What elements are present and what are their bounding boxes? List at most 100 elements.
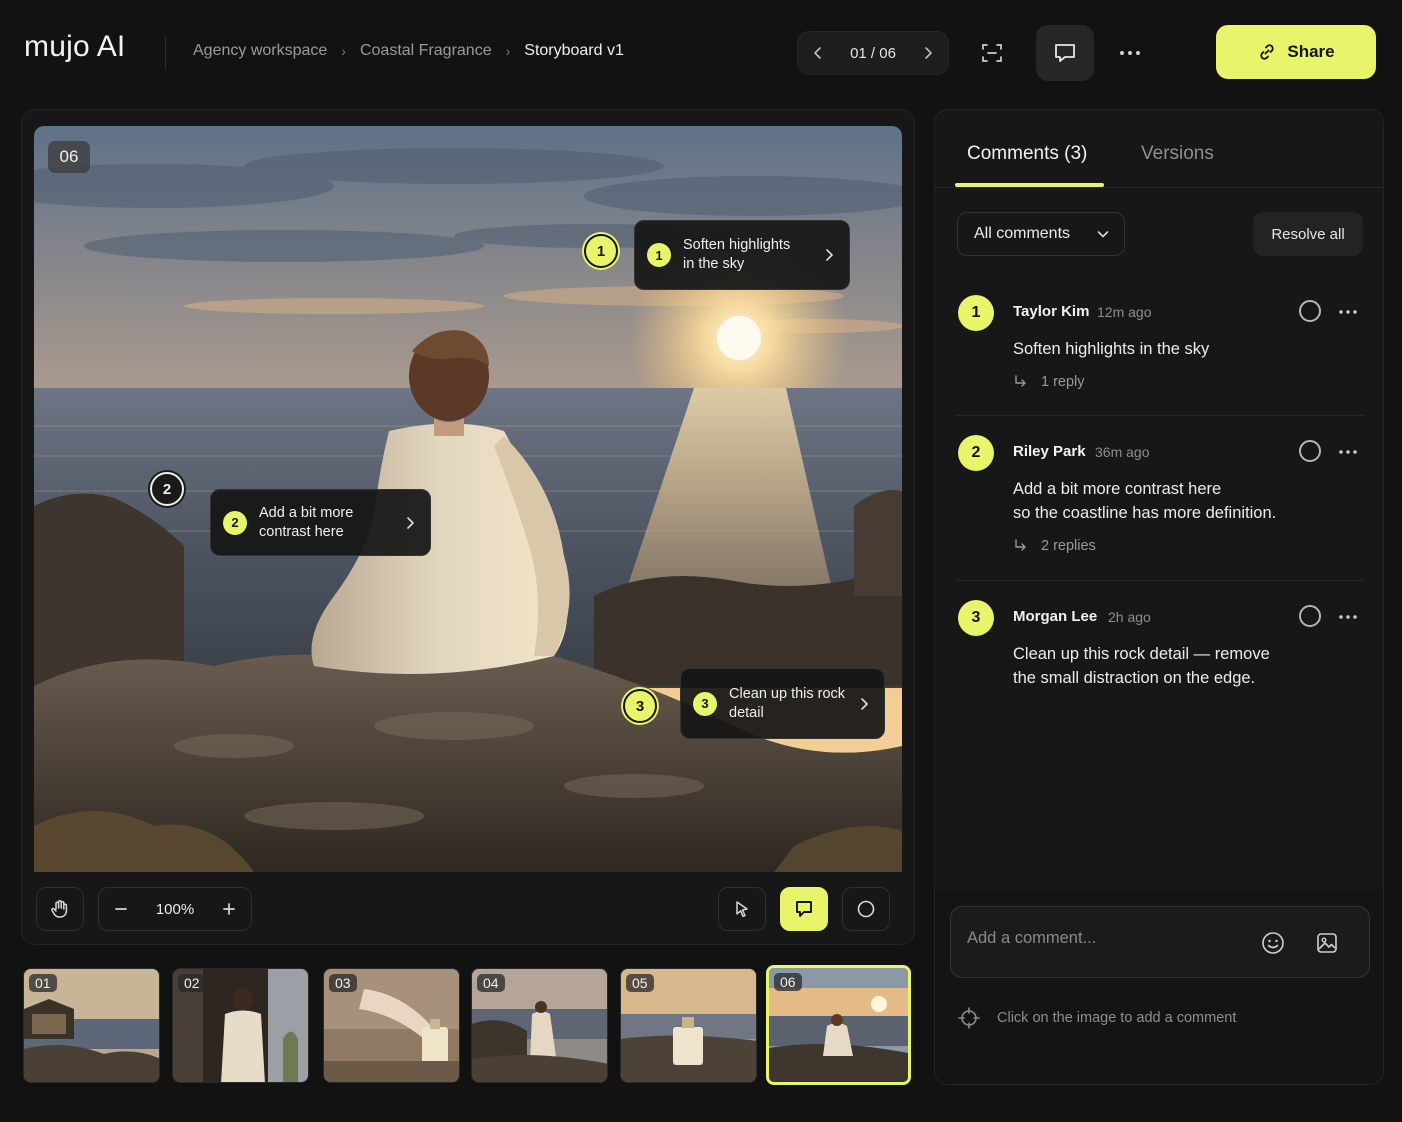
note-text-line-2: detail bbox=[729, 704, 764, 721]
comment-timestamp: 2h ago bbox=[1108, 609, 1151, 625]
prev-frame-button[interactable] bbox=[810, 45, 826, 61]
filmstrip-frame-05[interactable]: 05 bbox=[620, 968, 757, 1083]
comment-more-button[interactable] bbox=[1339, 301, 1357, 319]
comment-tool-button[interactable] bbox=[780, 887, 828, 931]
note-text: Clean up this rock detail bbox=[729, 685, 846, 723]
comment-number-avatar: 2 bbox=[958, 435, 994, 471]
fit-screen-button[interactable] bbox=[970, 31, 1014, 75]
next-frame-button[interactable] bbox=[920, 45, 936, 61]
chevron-right-icon bbox=[925, 47, 932, 59]
comment-timestamp: 36m ago bbox=[1095, 444, 1150, 460]
filmstrip-frame-label: 03 bbox=[329, 974, 357, 992]
panel-tabs: Comments (3) Versions bbox=[935, 110, 1383, 188]
comment-input[interactable] bbox=[967, 929, 1237, 948]
chevron-right-icon: › bbox=[505, 43, 511, 59]
annotation-pin-2[interactable]: 2 bbox=[150, 472, 184, 506]
more-horizontal-icon bbox=[1339, 615, 1357, 619]
resolve-comment-toggle[interactable] bbox=[1299, 300, 1321, 322]
crosshair-icon bbox=[958, 1007, 980, 1029]
resolve-comment-toggle[interactable] bbox=[1299, 440, 1321, 462]
comments-panel: Comments (3) Versions All comments Resol… bbox=[934, 109, 1384, 1085]
frame-counter: 01 / 06 bbox=[850, 44, 896, 62]
frame-pager: 01 / 06 bbox=[797, 31, 949, 75]
comment-body-line-1: Clean up this rock detail — remove bbox=[1013, 645, 1270, 663]
emoji-icon bbox=[1262, 932, 1284, 954]
more-horizontal-icon bbox=[1120, 51, 1140, 55]
annotation-note-1[interactable]: 1 Soften highlights in the sky bbox=[634, 220, 850, 290]
comment-replies-link[interactable]: 2 replies bbox=[1013, 538, 1096, 554]
active-tab-indicator bbox=[955, 183, 1104, 187]
hand-icon bbox=[51, 900, 68, 918]
comment-body: Add a bit more contrast here so the coas… bbox=[1013, 477, 1353, 525]
comment-body-line-2: the small distraction on the edge. bbox=[1013, 669, 1256, 687]
filmstrip-frame-label: 02 bbox=[178, 974, 206, 992]
comment-more-button[interactable] bbox=[1339, 441, 1357, 459]
resolve-comment-toggle[interactable] bbox=[1299, 605, 1321, 627]
annotation-note-3[interactable]: 3 Clean up this rock detail bbox=[680, 668, 885, 739]
reply-arrow-icon bbox=[1015, 375, 1026, 387]
note-text-line-1: Clean up this rock bbox=[729, 685, 846, 702]
comment-number-avatar: 1 bbox=[958, 295, 994, 331]
note-text-line-1: Add a bit more bbox=[259, 504, 354, 521]
note-text-line-1: Soften highlights bbox=[683, 237, 791, 253]
breadcrumb-workspace[interactable]: Agency workspace bbox=[193, 42, 327, 60]
note-number: 1 bbox=[647, 243, 671, 267]
more-horizontal-icon bbox=[1339, 310, 1357, 314]
emoji-button[interactable] bbox=[1261, 931, 1285, 955]
note-text: Soften highlights in the sky bbox=[683, 236, 811, 274]
hint-text: Click on the image to add a comment bbox=[997, 1010, 1237, 1026]
filmstrip-frame-04[interactable]: 04 bbox=[471, 968, 608, 1083]
annotation-note-2[interactable]: 2 Add a bit more contrast here bbox=[210, 489, 431, 556]
comment-divider bbox=[955, 415, 1365, 416]
reply-arrow-icon bbox=[1015, 539, 1026, 551]
comment-author: Morgan Lee bbox=[1013, 608, 1098, 625]
breadcrumb-project[interactable]: Coastal Fragrance bbox=[360, 42, 492, 60]
chevron-right-icon bbox=[861, 697, 868, 710]
more-options-button[interactable] bbox=[1108, 31, 1152, 75]
chevron-right-icon bbox=[826, 249, 833, 261]
annotation-pin-1[interactable]: 1 bbox=[584, 234, 618, 268]
plus-icon bbox=[223, 903, 235, 915]
app-logo[interactable]: mujo AI bbox=[24, 30, 125, 64]
comment-number-avatar: 3 bbox=[958, 600, 994, 636]
ellipse-tool-button[interactable] bbox=[842, 887, 890, 931]
cursor-arrow-icon bbox=[736, 901, 748, 918]
zoom-control: 100% bbox=[98, 887, 252, 931]
zoom-in-button[interactable] bbox=[221, 901, 237, 917]
comment-body-line-1: Soften highlights in the sky bbox=[1013, 340, 1210, 358]
chevron-right-icon: › bbox=[341, 43, 346, 59]
filmstrip-frame-03[interactable]: 03 bbox=[323, 968, 460, 1083]
comment-more-button[interactable] bbox=[1339, 606, 1357, 624]
zoom-out-button[interactable] bbox=[113, 901, 129, 917]
fit-screen-icon bbox=[982, 44, 1002, 62]
comments-toggle-button[interactable] bbox=[1036, 25, 1094, 81]
header-divider bbox=[165, 36, 166, 70]
share-label: Share bbox=[1287, 42, 1335, 61]
filmstrip-frame-label: 01 bbox=[29, 974, 57, 992]
comment-composer bbox=[950, 906, 1370, 978]
comment-author: Riley Park bbox=[1013, 443, 1086, 460]
add-comment-hint: Click on the image to add a comment bbox=[957, 1006, 1236, 1030]
comment-filter-dropdown[interactable]: All comments bbox=[957, 212, 1125, 256]
resolve-all-button[interactable]: Resolve all bbox=[1253, 212, 1363, 256]
filmstrip-frame-02[interactable]: 02 bbox=[172, 968, 309, 1083]
filmstrip-frame-01[interactable]: 01 bbox=[23, 968, 160, 1083]
comment-body: Soften highlights in the sky bbox=[1013, 337, 1353, 361]
tab-comments[interactable]: Comments (3) bbox=[967, 143, 1087, 165]
share-button[interactable]: Share bbox=[1216, 25, 1376, 79]
breadcrumb: Agency workspace › Coastal Fragrance › S… bbox=[193, 42, 624, 60]
select-tool-button[interactable] bbox=[718, 887, 766, 931]
attach-image-button[interactable] bbox=[1315, 931, 1339, 955]
minus-icon bbox=[115, 908, 127, 910]
tab-versions[interactable]: Versions bbox=[1141, 143, 1214, 165]
comment-body-line-2: so the coastline has more definition. bbox=[1013, 504, 1277, 522]
comment-replies-link[interactable]: 1 reply bbox=[1013, 374, 1085, 390]
pan-tool-button[interactable] bbox=[36, 887, 84, 931]
frame-number-badge: 06 bbox=[48, 141, 90, 173]
note-text-line-2: in the sky bbox=[683, 256, 745, 272]
filmstrip-frame-06[interactable]: 06 bbox=[766, 965, 911, 1085]
annotation-pin-3[interactable]: 3 bbox=[623, 689, 657, 723]
chevron-left-icon bbox=[814, 47, 821, 59]
note-text: Add a bit more contrast here bbox=[259, 504, 392, 542]
circle-icon bbox=[857, 900, 875, 918]
